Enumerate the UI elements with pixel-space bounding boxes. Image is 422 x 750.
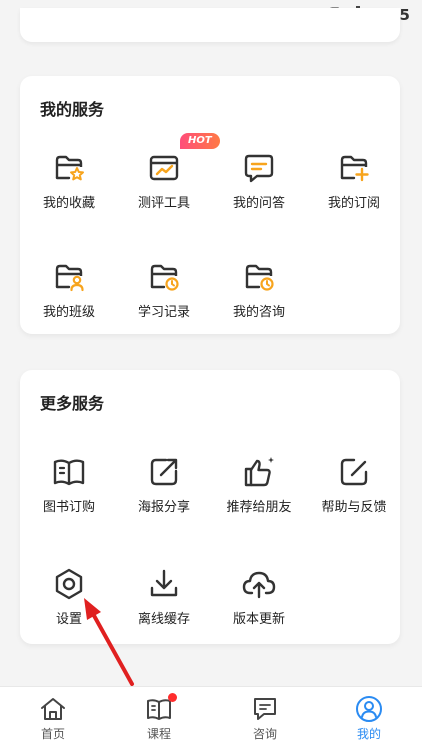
- message-icon: [251, 695, 279, 723]
- tab-label: 我的: [356, 727, 381, 741]
- cloud-upload-icon: [241, 566, 277, 602]
- service-label: 我的咨询: [232, 305, 285, 320]
- service-label: 海报分享: [137, 500, 190, 515]
- service-recommend-friends[interactable]: 推荐给朋友: [212, 454, 306, 515]
- edit-pencil-icon: [336, 454, 372, 490]
- tab-home[interactable]: 首页: [8, 695, 98, 742]
- service-help-feedback[interactable]: 帮助与反馈: [307, 454, 401, 515]
- service-label: 我的问答: [232, 196, 285, 211]
- service-label: 帮助与反馈: [321, 500, 387, 515]
- tab-label: 咨询: [252, 727, 277, 741]
- service-label: 推荐给朋友: [226, 500, 292, 515]
- tab-courses[interactable]: 课程: [114, 693, 204, 742]
- home-icon: [39, 695, 67, 723]
- star-folder-icon: [51, 150, 87, 186]
- service-poster-share[interactable]: 海报分享: [117, 454, 211, 515]
- service-label: 学习记录: [137, 305, 190, 320]
- my-services-title: 我的服务: [40, 100, 105, 119]
- service-my-qa[interactable]: 我的问答: [212, 150, 306, 211]
- profile-card-remnant: [20, 8, 400, 42]
- tab-label: 首页: [40, 727, 65, 741]
- hot-badge: HOT: [180, 133, 220, 149]
- service-my-favorites[interactable]: 我的收藏: [22, 150, 116, 211]
- service-label: 图书订购: [42, 500, 95, 515]
- service-study-record[interactable]: 学习记录: [117, 259, 211, 320]
- notification-dot: [168, 693, 177, 702]
- chart-monitor-icon: [146, 150, 182, 186]
- service-label: 我的收藏: [42, 196, 95, 211]
- download-icon: [146, 566, 182, 602]
- clock-folder-icon: [241, 259, 277, 295]
- more-services-title: 更多服务: [40, 394, 105, 413]
- service-label: 我的订阅: [327, 196, 380, 211]
- service-my-class[interactable]: 我的班级: [22, 259, 116, 320]
- service-settings[interactable]: 设置: [22, 566, 116, 627]
- service-my-consultation[interactable]: 我的咨询: [212, 259, 306, 320]
- service-my-subscriptions[interactable]: 我的订阅: [307, 150, 401, 211]
- service-offline-cache[interactable]: 离线缓存: [117, 566, 211, 627]
- person-folder-icon: [51, 259, 87, 295]
- gear-icon: [51, 566, 87, 602]
- service-label: 离线缓存: [137, 612, 190, 627]
- plus-folder-icon: [336, 150, 372, 186]
- bottom-tab-bar: 首页 课程 咨询 我的: [0, 686, 422, 750]
- tab-label: 课程: [146, 727, 171, 741]
- book-icon: [51, 454, 87, 490]
- service-book-order[interactable]: 图书订购: [22, 454, 116, 515]
- more-services-card: 更多服务 图书订购 海报分享 推荐给朋友 帮助与反馈 设置 离线缓存 版本更新: [20, 370, 400, 644]
- chat-bubble-icon: [241, 150, 277, 186]
- service-label: 设置: [55, 612, 82, 627]
- profile-icon: [355, 695, 383, 723]
- service-label: 版本更新: [232, 612, 285, 627]
- service-label: 测评工具: [137, 196, 190, 211]
- share-arrow-icon: [146, 454, 182, 490]
- tab-consult[interactable]: 咨询: [220, 695, 310, 742]
- clock-folder-icon: [146, 259, 182, 295]
- open-book-icon: [145, 693, 177, 723]
- thumbs-up-icon: [241, 454, 277, 490]
- service-version-update[interactable]: 版本更新: [212, 566, 306, 627]
- tab-mine[interactable]: 我的: [324, 695, 414, 742]
- service-label: 我的班级: [42, 305, 95, 320]
- my-services-card: 我的服务 我的收藏 测评工具 我的问答 我的订阅 我的班级 学习记录 我的咨询 …: [20, 76, 400, 334]
- service-assessment-tools[interactable]: 测评工具: [117, 150, 211, 211]
